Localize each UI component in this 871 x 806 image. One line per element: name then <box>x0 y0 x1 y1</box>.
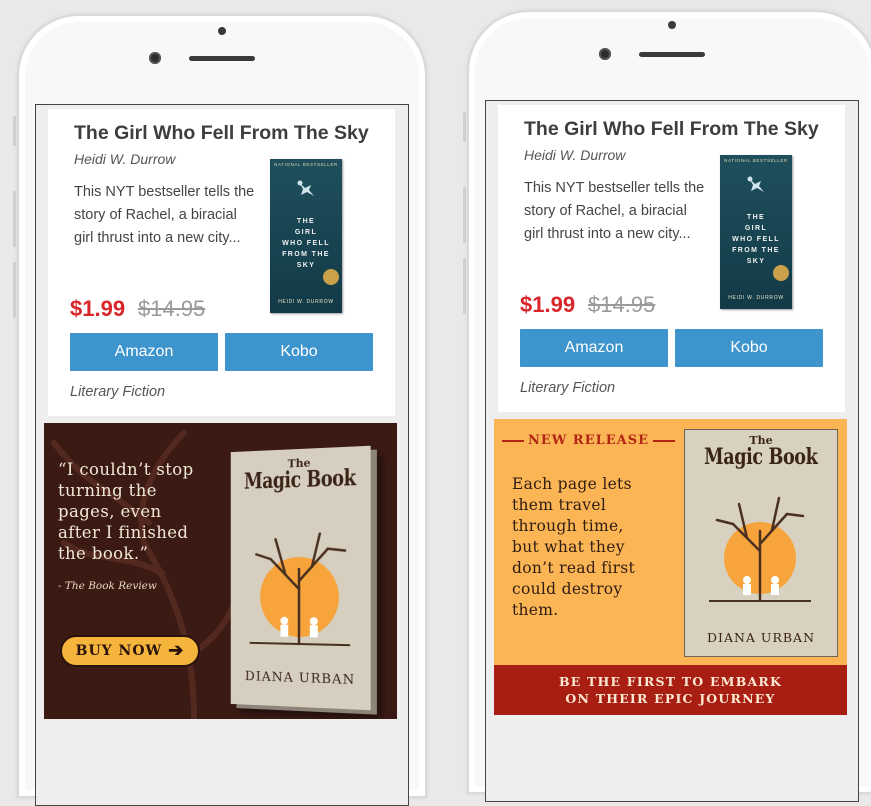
mute-switch <box>13 116 16 146</box>
arrow-right-icon: ➔ <box>168 640 185 661</box>
book-deal-card[interactable]: The Girl Who Fell From The Sky Heidi W. … <box>48 109 395 416</box>
cover-badge: NATIONAL BESTSELLER <box>724 158 788 163</box>
book-description: Each page lets them travel through time,… <box>512 475 636 619</box>
book-blurb: This NYT bestseller tells the story of R… <box>74 184 255 246</box>
original-price: $14.95 <box>588 292 656 317</box>
volume-down-button <box>463 258 466 314</box>
magic-book-title: The Magic Book <box>244 456 356 495</box>
earpiece-speaker <box>639 52 705 57</box>
quote-source: - The Book Review <box>58 580 157 592</box>
sale-price: $1.99 <box>520 292 576 317</box>
front-camera <box>149 52 161 64</box>
buy-now-label: BUY NOW <box>75 643 163 659</box>
cta-banner[interactable]: BE THE FIRST TO EMBARK ON THEIR EPIC JOU… <box>494 665 847 715</box>
phone-screen: The Girl Who Fell From The Sky Heidi W. … <box>35 104 409 806</box>
sale-price: $1.99 <box>70 296 126 321</box>
original-price: $14.95 <box>138 296 206 321</box>
buy-now-button[interactable]: BUY NOW ➔ <box>60 635 200 667</box>
review-quote: “I couldn’t stop turning the pages, even… <box>58 460 194 563</box>
award-seal-icon <box>323 269 339 285</box>
book-title[interactable]: The Girl Who Fell From The Sky <box>74 122 369 145</box>
award-seal-icon <box>773 265 789 281</box>
magic-book-quote-ad[interactable]: “I couldn’t stop turning the pages, even… <box>44 423 397 719</box>
phone-frame-right: The Girl Who Fell From The Sky Heidi W. … <box>463 10 871 802</box>
front-camera <box>599 48 611 60</box>
book-deal-card[interactable]: The Girl Who Fell From The Sky Heidi W. … <box>498 105 845 412</box>
phone-frame-left: The Girl Who Fell From The Sky Heidi W. … <box>13 14 427 806</box>
book-genre[interactable]: Literary Fiction <box>70 384 165 400</box>
amazon-button[interactable]: Amazon <box>520 329 668 367</box>
kobo-button[interactable]: Kobo <box>675 329 823 367</box>
proximity-sensor <box>668 21 676 29</box>
book-title[interactable]: The Girl Who Fell From The Sky <box>524 118 819 141</box>
magic-book-cover[interactable]: The Magic Book DIANA URBAN <box>684 429 838 657</box>
book-cover[interactable]: NATIONAL BESTSELLER THE GIRL WHO FELL FR… <box>270 159 342 313</box>
phone-screen: The Girl Who Fell From The Sky Heidi W. … <box>485 100 859 802</box>
volume-up-button <box>463 187 466 243</box>
book-blurb: This NYT bestseller tells the story of R… <box>524 180 705 242</box>
book-cover[interactable]: NATIONAL BESTSELLER THE GIRL WHO FELL FR… <box>720 155 792 309</box>
magic-book-cover-3d[interactable]: The Magic Book DIANA URBAN <box>230 445 371 711</box>
magic-book-title: The Magic Book <box>704 434 818 470</box>
falling-girl-icon <box>297 180 314 196</box>
volume-up-button <box>13 191 16 247</box>
tree-moon-illustration <box>709 496 811 603</box>
tag-line-right <box>653 439 676 442</box>
mute-switch <box>463 112 466 142</box>
tag-line-left <box>502 439 524 442</box>
cover-title: THE GIRL WHO FELL FROM THE SKY <box>732 214 780 265</box>
magic-book-author: DIANA URBAN <box>706 630 816 645</box>
book-genre[interactable]: Literary Fiction <box>520 380 615 396</box>
cover-author: HEIDI W. DURROW <box>728 295 784 301</box>
book-author: Heidi W. Durrow <box>524 147 626 163</box>
volume-down-button <box>13 262 16 318</box>
cover-badge: NATIONAL BESTSELLER <box>274 162 338 167</box>
proximity-sensor <box>218 27 226 35</box>
book-author: Heidi W. Durrow <box>74 151 176 167</box>
cover-title: THE GIRL WHO FELL FROM THE SKY <box>282 218 330 269</box>
magic-book-new-release-ad[interactable]: NEW RELEASE Each page lets them travel t… <box>494 419 847 715</box>
kobo-button[interactable]: Kobo <box>225 333 373 371</box>
cover-author: HEIDI W. DURROW <box>278 299 334 305</box>
new-release-tag: NEW RELEASE <box>502 433 676 448</box>
magic-book-author: DIANA URBAN <box>244 669 356 689</box>
earpiece-speaker <box>189 56 255 61</box>
amazon-button[interactable]: Amazon <box>70 333 218 371</box>
tree-moon-illustration <box>242 518 358 651</box>
falling-girl-icon <box>747 176 764 192</box>
